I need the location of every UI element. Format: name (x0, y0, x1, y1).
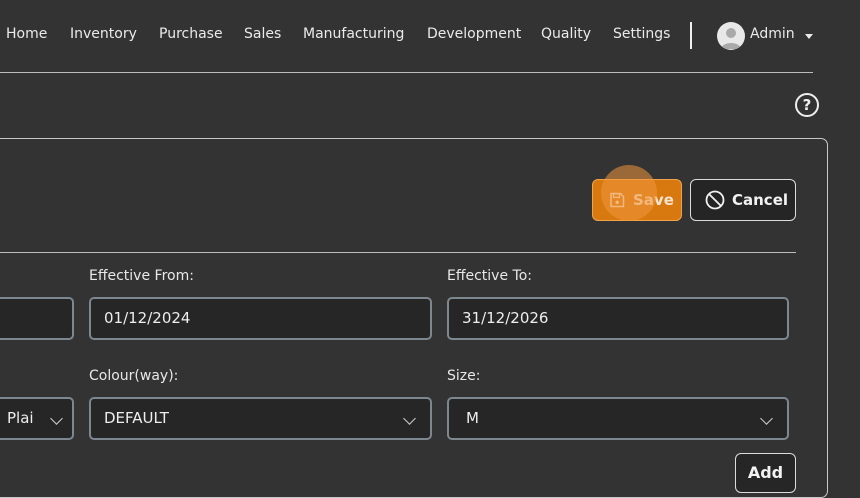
nav-item-inventory[interactable]: Inventory (70, 26, 137, 42)
colourway-label: Colour(way): (89, 368, 179, 384)
size-select-value: M (466, 409, 479, 427)
left-select[interactable]: Plai (0, 397, 74, 440)
chevron-down-icon (403, 412, 416, 425)
nav-item-settings[interactable]: Settings (613, 26, 670, 42)
no-entry-icon (705, 190, 725, 214)
nav-item-manufacturing[interactable]: Manufacturing (303, 26, 404, 42)
save-button-label: Save (633, 191, 674, 209)
floppy-disk-icon (609, 192, 625, 212)
colourway-select[interactable]: DEFAULT (89, 397, 432, 440)
nav-item-home[interactable]: Home (6, 26, 47, 42)
nav-divider-line (0, 72, 813, 73)
user-menu-label[interactable]: Admin (750, 26, 795, 42)
effective-to-input[interactable]: 31/12/2026 (447, 297, 789, 340)
avatar-icon[interactable] (717, 22, 745, 50)
size-label: Size: (447, 368, 481, 384)
nav-divider (690, 22, 692, 49)
chevron-down-icon (760, 412, 773, 425)
effective-from-input[interactable]: 01/12/2024 (89, 297, 432, 340)
colourway-select-value: DEFAULT (104, 409, 169, 427)
size-select[interactable]: M (447, 397, 789, 440)
nav-item-quality[interactable]: Quality (541, 26, 591, 42)
left-input-field[interactable] (0, 297, 74, 340)
save-button[interactable]: Save (592, 179, 682, 221)
top-navigation: Home Inventory Purchase Sales Manufactur… (0, 0, 860, 72)
help-circle-icon[interactable]: ? (795, 93, 819, 117)
effective-from-label: Effective From: (89, 268, 194, 284)
nav-item-sales[interactable]: Sales (244, 26, 281, 42)
chevron-down-icon (50, 412, 63, 425)
left-select-value: Plai (7, 409, 34, 427)
effective-to-label: Effective To: (447, 268, 532, 284)
chevron-down-icon[interactable] (805, 34, 813, 39)
cancel-button[interactable]: Cancel (690, 179, 796, 221)
header-divider (0, 252, 796, 253)
cancel-button-label: Cancel (732, 191, 789, 209)
nav-item-purchase[interactable]: Purchase (159, 26, 223, 42)
nav-item-development[interactable]: Development (427, 26, 521, 42)
add-button[interactable]: Add (735, 453, 796, 493)
